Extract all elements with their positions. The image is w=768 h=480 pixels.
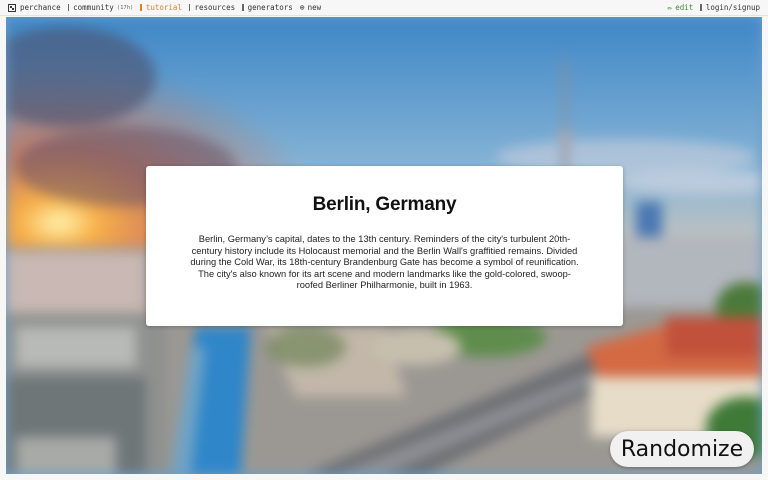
location-title: Berlin, Germany — [312, 194, 457, 215]
nav-resources[interactable]: resources — [188, 3, 236, 12]
bar-icon — [700, 4, 702, 11]
nav-right-group: ✏ edit login/signup — [667, 3, 768, 12]
nav-edit-label: edit — [675, 3, 694, 12]
location-card: Berlin, Germany Berlin, Germany’s capita… — [146, 166, 623, 326]
nav-login-signup[interactable]: login/signup — [700, 3, 760, 12]
pencil-icon: ✏ — [667, 2, 673, 12]
nav-resources-label: resources — [194, 3, 236, 12]
plus-circle-icon: ⊕ — [299, 2, 305, 12]
bar-icon — [188, 4, 191, 11]
nav-left-group: perchance community (17h) tutorial resou… — [0, 3, 328, 12]
nav-perchance-label: perchance — [20, 3, 61, 12]
nav-tutorial-label: tutorial — [145, 3, 182, 12]
community-badge: (17h) — [116, 4, 134, 11]
bar-icon — [242, 4, 244, 11]
nav-community-label: community — [73, 3, 114, 12]
nav-new-label: new — [307, 3, 322, 12]
nav-tutorial[interactable]: tutorial — [140, 3, 182, 12]
nav-login-label: login/signup — [705, 3, 760, 12]
perchance-logo-icon — [8, 3, 16, 12]
location-description: Berlin, Germany’s capital, dates to the … — [190, 234, 579, 291]
nav-community[interactable]: community (17h) — [67, 3, 134, 12]
nav-new[interactable]: ⊕ new — [300, 3, 321, 12]
nav-edit[interactable]: ✏ edit — [667, 3, 693, 12]
nav-generators-label: generators — [247, 3, 293, 12]
bar-icon — [140, 4, 142, 11]
nav-perchance[interactable]: perchance — [8, 3, 61, 12]
nav-generators[interactable]: generators — [242, 3, 293, 12]
top-nav-bar: perchance community (17h) tutorial resou… — [0, 0, 768, 16]
bar-icon — [67, 4, 70, 11]
randomize-button[interactable]: Randomize — [610, 431, 754, 467]
